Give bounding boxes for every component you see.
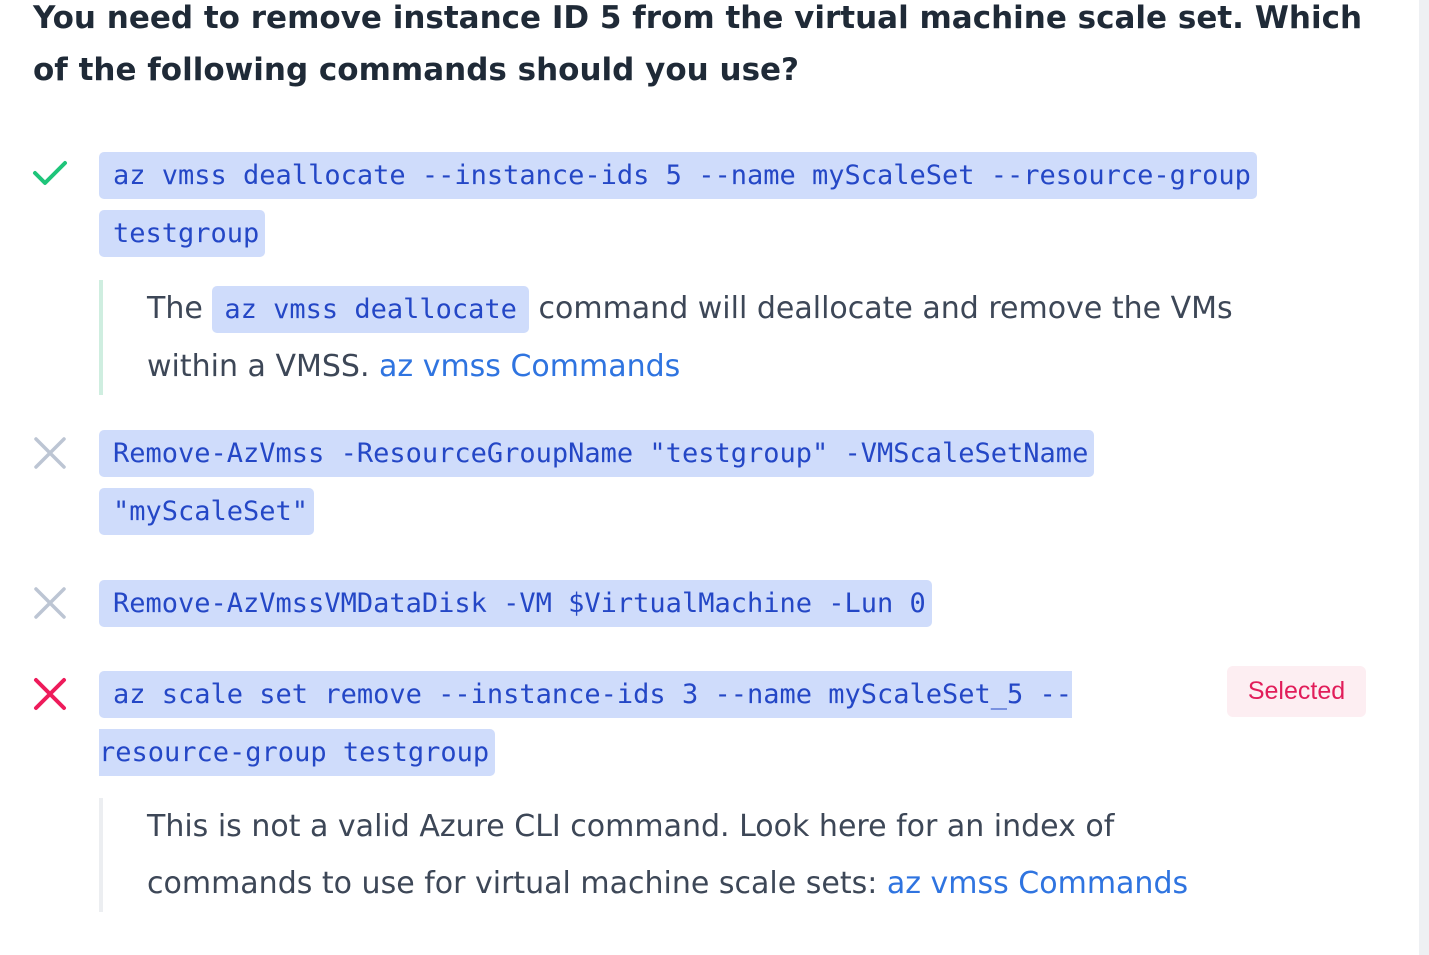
option-command: Remove-AzVmssVMDataDisk -VM $VirtualMach… bbox=[99, 580, 932, 627]
x-icon bbox=[32, 435, 68, 471]
option-command: az scale set remove --instance-ids 3 --n… bbox=[99, 671, 1073, 776]
check-icon bbox=[32, 155, 68, 191]
explanation-inline-code: az vmss deallocate bbox=[212, 286, 529, 333]
explanation-text-before: The bbox=[147, 291, 203, 326]
question-text: You need to remove instance ID 5 from th… bbox=[33, 0, 1363, 88]
option-command-wrap: az scale set remove --instance-ids 3 --n… bbox=[99, 666, 1189, 782]
selected-badge: Selected bbox=[1227, 666, 1366, 717]
option-command-wrap: Remove-AzVmssVMDataDisk -VM $VirtualMach… bbox=[99, 575, 1359, 633]
x-icon bbox=[32, 676, 68, 712]
x-icon bbox=[32, 585, 68, 621]
option-command-wrap: Remove-AzVmss -ResourceGroupName "testgr… bbox=[99, 425, 1279, 541]
option-explanation: This is not a valid Azure CLI command. L… bbox=[99, 798, 1247, 912]
option-command-wrap: az vmss deallocate --instance-ids 5 --na… bbox=[99, 147, 1359, 263]
option-command: Remove-AzVmss -ResourceGroupName "testgr… bbox=[99, 430, 1095, 535]
option-command: az vmss deallocate --instance-ids 5 --na… bbox=[99, 152, 1257, 257]
az-vmss-commands-link[interactable]: az vmss Commands bbox=[887, 866, 1188, 901]
scrollbar[interactable] bbox=[1419, 0, 1429, 955]
az-vmss-commands-link[interactable]: az vmss Commands bbox=[379, 349, 680, 384]
option-explanation: The az vmss deallocate command will deal… bbox=[99, 280, 1317, 395]
